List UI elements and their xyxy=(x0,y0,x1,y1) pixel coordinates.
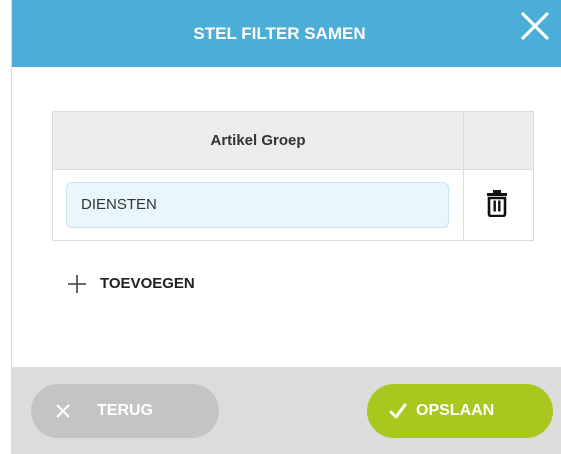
save-button-label: OPSLAAN xyxy=(416,402,495,419)
table-header-row: Artikel Groep xyxy=(53,112,533,170)
checkmark-icon xyxy=(389,403,407,419)
add-filter-label: TOEVOEGEN xyxy=(100,275,195,292)
back-button[interactable]: TERUG xyxy=(31,384,219,438)
dialog-footer: TERUG OPSLAAN xyxy=(12,367,561,454)
close-icon xyxy=(521,12,549,40)
close-icon xyxy=(56,404,70,418)
artikel-groep-value-field[interactable]: DIENSTEN xyxy=(66,182,449,228)
dialog-header: STEL FILTER SAMEN xyxy=(12,0,561,67)
column-header-artikel-groep: Artikel Groep xyxy=(210,132,306,149)
plus-icon xyxy=(68,275,86,293)
filter-table: Artikel Groep DIENSTEN xyxy=(52,111,534,241)
save-button[interactable]: OPSLAAN xyxy=(367,384,553,438)
trash-icon xyxy=(487,190,507,218)
close-button[interactable] xyxy=(517,8,553,44)
dialog-title: STEL FILTER SAMEN xyxy=(193,24,366,43)
delete-row-button[interactable] xyxy=(485,189,509,218)
filter-dialog: STEL FILTER SAMEN Artikel Groep DIENSTEN xyxy=(11,0,561,454)
column-divider xyxy=(463,112,464,240)
back-button-label: TERUG xyxy=(97,402,153,419)
